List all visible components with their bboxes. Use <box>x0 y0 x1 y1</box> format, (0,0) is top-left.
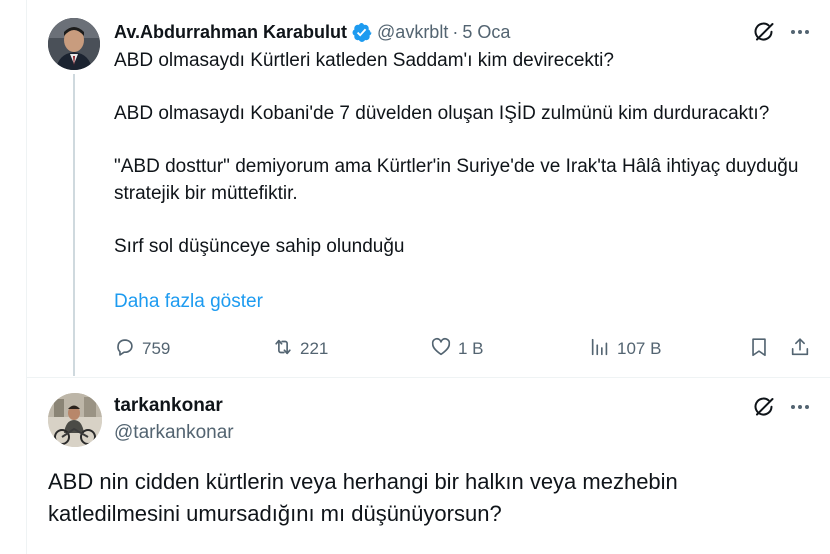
author-avatar[interactable] <box>48 18 100 70</box>
reply-icon <box>114 336 136 363</box>
tweet-paragraph: Sırf sol düşünceye sahip olunduğu <box>114 235 405 257</box>
repost-count: 221 <box>300 339 329 358</box>
like-count: 1 B <box>458 339 484 358</box>
tweet-divider <box>27 377 830 378</box>
verified-badge-icon[interactable] <box>351 22 372 43</box>
parent-tweet[interactable]: Av.Abdurrahman Karabulut @avkrblt · 5 Oc… <box>0 0 830 377</box>
tweet-timestamp[interactable]: 5 Oca <box>462 22 510 43</box>
views-count: 107 B <box>617 339 662 358</box>
tweet-paragraph: ABD olmasaydı Kobani'de 7 düvelden oluşa… <box>114 103 770 124</box>
views-icon <box>589 336 611 363</box>
like-icon <box>430 336 452 363</box>
more-icon[interactable] <box>788 395 812 419</box>
repost-icon <box>272 336 294 363</box>
tweet-text: ABD olmasaydı Kürtleri katleden Saddam'ı… <box>114 48 804 260</box>
grok-icon[interactable] <box>752 395 776 419</box>
author-handle[interactable]: @avkrblt <box>377 22 448 43</box>
tweet-header: Av.Abdurrahman Karabulut @avkrblt · 5 Oc… <box>114 20 510 44</box>
author-name[interactable]: Av.Abdurrahman Karabulut <box>114 22 347 43</box>
reply-button[interactable]: 759 <box>114 336 170 362</box>
views-button[interactable]: 107 B <box>589 336 661 362</box>
reply-tweet-text: ABD nin cidden kürtlerin veya herhangi b… <box>48 469 678 526</box>
grok-icon[interactable] <box>752 20 776 44</box>
bookmark-icon <box>748 336 770 363</box>
tweet-paragraph: ABD olmasaydı Kürtleri katleden Saddam'ı… <box>114 50 614 71</box>
share-button[interactable] <box>789 336 811 362</box>
like-button[interactable]: 1 B <box>430 336 484 362</box>
reply-author-avatar[interactable] <box>48 393 102 447</box>
repost-button[interactable]: 221 <box>272 336 328 362</box>
show-more-link[interactable]: Daha fazla göster <box>114 291 263 313</box>
thread-connector-line <box>73 74 75 376</box>
reply-author-handle[interactable]: @tarkankonar <box>114 422 234 444</box>
bookmark-button[interactable] <box>748 336 770 362</box>
separator-dot: · <box>452 21 459 42</box>
more-icon[interactable] <box>788 20 812 44</box>
reply-count: 759 <box>142 339 171 358</box>
share-icon <box>789 336 811 363</box>
reply-author-name[interactable]: tarkankonar <box>114 395 223 417</box>
tweet-paragraph: "ABD dosttur" demiyorum ama Kürtler'in S… <box>114 156 799 204</box>
tweet-actions-bar: 759 221 1 B 107 B <box>114 336 814 362</box>
